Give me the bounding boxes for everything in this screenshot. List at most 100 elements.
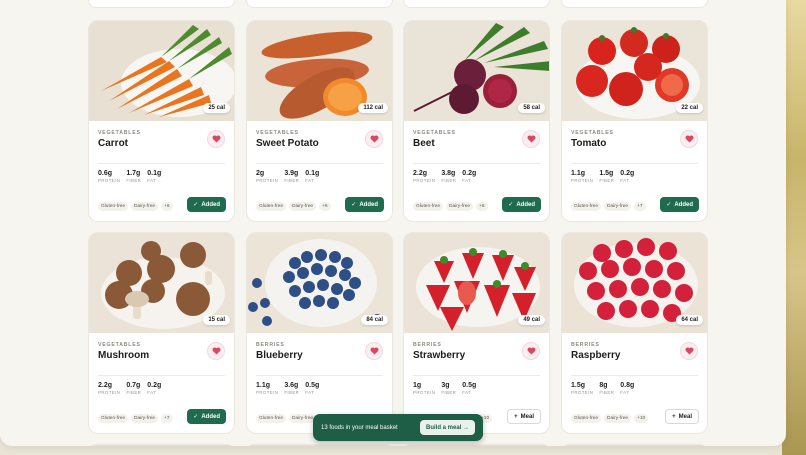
tags: Gluten-free Dairy-free +6	[413, 202, 488, 211]
protein-value: 2g	[256, 170, 265, 177]
fiber-label: FIBER	[284, 178, 300, 183]
favorite-heart-icon[interactable]	[522, 342, 540, 360]
added-button[interactable]: ✓ Added	[502, 197, 541, 212]
added-button[interactable]: ✓ Added	[187, 409, 226, 424]
tag: Gluten-free	[413, 202, 443, 211]
macros: 2.2g PROTEIN 0.7g FIBER 0.2g FAT	[98, 382, 161, 395]
tag: Gluten-free	[571, 414, 601, 423]
tag: Dairy-free	[289, 414, 317, 423]
tomato-image: 22 cal	[562, 21, 707, 121]
plus-icon: +	[672, 413, 676, 420]
tag: +10	[634, 414, 649, 423]
tag: +6	[319, 202, 331, 211]
add-meal-button[interactable]: + Meal	[665, 409, 699, 424]
fat-label: FAT	[305, 390, 315, 395]
fiber-value: 3g	[441, 382, 450, 389]
sweet-potato-image: 112 cal	[247, 21, 392, 121]
added-button[interactable]: ✓ Added	[187, 197, 226, 212]
fiber-label: FIBER	[599, 178, 615, 183]
favorite-heart-icon[interactable]	[522, 130, 540, 148]
food-card-beet[interactable]: 58 cal VEGETABLES Beet 2.2g PROTEIN 3.8g F…	[403, 20, 550, 222]
protein-label: PROTEIN	[98, 178, 121, 183]
food-card-strawberry[interactable]: 49 cal BERRIES Strawberry 1g PROTEIN 3g FI…	[403, 232, 550, 434]
favorite-heart-icon[interactable]	[365, 130, 383, 148]
food-card-tomato[interactable]: 22 cal VEGETABLES Tomato 1.1g PROTEIN 1.5…	[561, 20, 708, 222]
mushroom-image: 15 cal	[89, 233, 234, 333]
card-peek	[561, 444, 708, 446]
fiber-value: 1.5g	[599, 170, 614, 177]
calories-badge: 15 cal	[203, 315, 230, 325]
food-card-sweet-potato[interactable]: 112 cal VEGETABLES Sweet Potato 2g PROTEI…	[246, 20, 393, 222]
food-card-mushroom[interactable]: 15 cal VEGETABLES Mushroom 2.2g PROTEIN 0…	[88, 232, 235, 434]
tag: +6	[476, 202, 488, 211]
protein-label: PROTEIN	[256, 178, 279, 183]
food-card-blueberry[interactable]: 84 cal BERRIES Blueberry 1.1g PROTEIN 3.6…	[246, 232, 393, 434]
protein-label: PROTEIN	[413, 178, 436, 183]
fat-label: FAT	[620, 390, 630, 395]
add-meal-button[interactable]: + Meal	[507, 409, 541, 424]
divider	[413, 163, 540, 164]
protein-value: 1.5g	[571, 382, 586, 389]
meal-basket-bar: 13 foods in your meal basket Build a mea…	[313, 414, 483, 441]
category-label: VEGETABLES	[571, 130, 614, 136]
fat-value: 0.5g	[305, 382, 320, 389]
protein-value: 1g	[413, 382, 422, 389]
check-icon: ✓	[666, 202, 672, 208]
tag: Dairy-free	[446, 202, 474, 211]
tag: +7	[634, 202, 646, 211]
tag: Gluten-free	[98, 414, 128, 423]
category-label: BERRIES	[413, 342, 442, 348]
category-label: VEGETABLES	[256, 130, 299, 136]
tag: Gluten-free	[256, 414, 286, 423]
fat-value: 0.1g	[305, 170, 320, 177]
added-button[interactable]: ✓ Added	[345, 197, 384, 212]
favorite-heart-icon[interactable]	[207, 130, 225, 148]
calories-badge: 49 cal	[518, 315, 545, 325]
blueberry-image: 84 cal	[247, 233, 392, 333]
added-label: Added	[201, 413, 220, 420]
fiber-value: 3.9g	[284, 170, 299, 177]
macros: 1.1g PROTEIN 3.6g FIBER 0.5g FAT	[256, 382, 319, 395]
tags: Gluten-free Dairy-free +7	[98, 414, 173, 423]
fat-value: 0.5g	[462, 382, 477, 389]
protein-label: PROTEIN	[571, 178, 594, 183]
fiber-label: FIBER	[284, 390, 300, 395]
protein-value: 2.2g	[98, 382, 113, 389]
food-name: Sweet Potato	[256, 138, 319, 149]
build-meal-button[interactable]: Build a meal →	[419, 420, 475, 435]
favorite-heart-icon[interactable]	[680, 342, 698, 360]
favorite-heart-icon[interactable]	[207, 342, 225, 360]
browser-window: 25 cal VEGETABLES Carrot 0.6g PROTEIN 1.7…	[0, 0, 786, 446]
tag: Gluten-free	[98, 202, 128, 211]
check-icon: ✓	[193, 202, 199, 208]
food-name: Raspberry	[571, 350, 621, 361]
check-icon: ✓	[351, 202, 357, 208]
fat-label: FAT	[147, 178, 157, 183]
strawberry-image: 49 cal	[404, 233, 549, 333]
category-label: BERRIES	[571, 342, 600, 348]
food-card-carrot[interactable]: 25 cal VEGETABLES Carrot 0.6g PROTEIN 1.7…	[88, 20, 235, 222]
category-label: BERRIES	[256, 342, 285, 348]
category-label: VEGETABLES	[413, 130, 456, 136]
fiber-value: 1.7g	[126, 170, 141, 177]
plus-icon: +	[514, 413, 518, 420]
category-label: VEGETABLES	[98, 342, 141, 348]
calories-badge: 58 cal	[518, 103, 545, 113]
card-peek	[403, 0, 550, 8]
divider	[98, 375, 225, 376]
fiber-label: FIBER	[441, 178, 457, 183]
tags: Gluten-free Dairy-free +6	[98, 202, 173, 211]
macros: 1.5g PROTEIN 8g FIBER 0.8g FAT	[571, 382, 634, 395]
check-icon: ✓	[193, 414, 199, 420]
divider	[256, 375, 383, 376]
fiber-value: 3.8g	[441, 170, 456, 177]
divider	[571, 375, 698, 376]
tag: Dairy-free	[131, 202, 159, 211]
favorite-heart-icon[interactable]	[365, 342, 383, 360]
food-card-raspberry[interactable]: 64 cal BERRIES Raspberry 1.5g PROTEIN 8g F…	[561, 232, 708, 434]
favorite-heart-icon[interactable]	[680, 130, 698, 148]
fiber-label: FIBER	[126, 178, 142, 183]
add-meal-label: Meal	[520, 413, 534, 420]
added-button[interactable]: ✓ Added	[660, 197, 699, 212]
carrot-image: 25 cal	[89, 21, 234, 121]
